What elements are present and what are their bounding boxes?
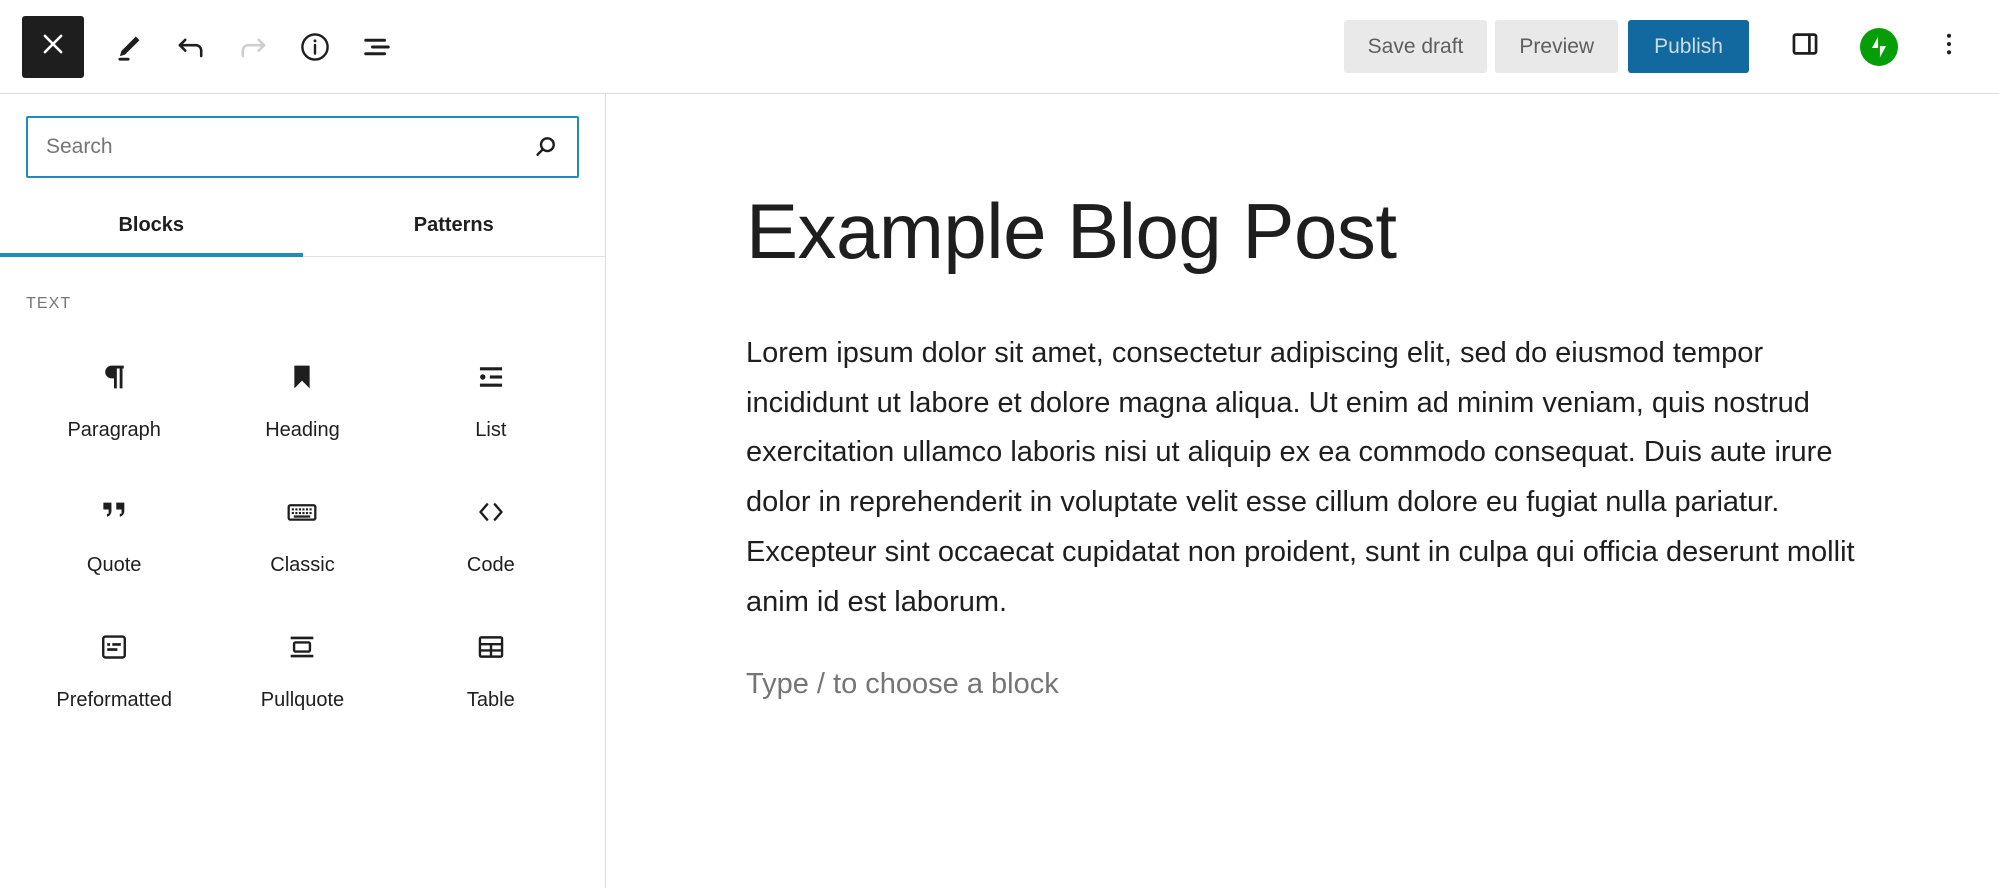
block-label: Paragraph xyxy=(67,419,161,441)
block-item-list[interactable]: List xyxy=(397,337,585,456)
list-bullet-icon xyxy=(474,355,508,399)
header-left-tools xyxy=(22,15,408,78)
close-editor-button[interactable] xyxy=(22,15,84,78)
publish-button[interactable]: Publish xyxy=(1628,20,1749,73)
block-label: List xyxy=(475,419,507,441)
block-editor-app: Save draft Preview Publish Search Blocks… xyxy=(0,0,1999,888)
search-input[interactable] xyxy=(28,118,577,176)
pullquote-lines-icon xyxy=(285,625,319,669)
block-item-heading[interactable]: Heading xyxy=(208,337,396,456)
heading-bookmark-icon xyxy=(285,355,319,399)
quote-marks-icon xyxy=(97,490,131,534)
edit-mode-button[interactable] xyxy=(98,16,160,78)
preview-button[interactable]: Preview xyxy=(1495,20,1619,73)
block-label: Classic xyxy=(270,554,335,576)
undo-button[interactable] xyxy=(160,16,222,78)
block-item-pullquote[interactable]: Pullquote xyxy=(208,607,396,726)
post-title[interactable]: Example Blog Post xyxy=(746,190,1856,273)
tab-blocks[interactable]: Blocks xyxy=(0,200,303,257)
info-icon xyxy=(297,29,333,65)
editor-body: Blocks Patterns TEXT Paragraph xyxy=(0,94,1999,888)
header-right-actions: Save draft Preview Publish xyxy=(1343,19,1977,75)
post-content-wrapper: Example Blog Post Lorem ipsum dolor sit … xyxy=(746,190,1856,701)
search-box[interactable] xyxy=(26,116,579,178)
block-item-table[interactable]: Table xyxy=(397,607,585,726)
block-item-classic[interactable]: Classic xyxy=(208,472,396,591)
more-options-button[interactable] xyxy=(1921,19,1977,75)
inserter-search-area xyxy=(0,94,605,178)
details-button[interactable] xyxy=(284,16,346,78)
more-options-icon xyxy=(1934,29,1964,64)
paragraph-pilcrow-icon xyxy=(97,355,131,399)
jetpack-icon xyxy=(1860,27,1898,66)
search-icon[interactable] xyxy=(529,130,563,164)
redo-icon xyxy=(235,29,271,65)
block-label: Code xyxy=(466,554,515,576)
editor-header: Save draft Preview Publish xyxy=(0,0,1999,94)
settings-sidebar-toggle[interactable] xyxy=(1777,19,1833,75)
block-label: Preformatted xyxy=(56,689,172,711)
redo-button[interactable] xyxy=(222,16,284,78)
list-view-icon xyxy=(359,29,395,65)
empty-block-placeholder[interactable]: Type / to choose a block xyxy=(746,668,1856,701)
list-view-button[interactable] xyxy=(346,16,408,78)
editor-canvas[interactable]: Example Blog Post Lorem ipsum dolor sit … xyxy=(606,94,1999,888)
classic-keyboard-icon xyxy=(285,490,319,534)
post-paragraph-block[interactable]: Lorem ipsum dolor sit amet, consectetur … xyxy=(746,329,1856,628)
undo-icon xyxy=(173,29,209,65)
preformatted-box-icon xyxy=(97,625,131,669)
block-type-grid: Paragraph Heading List Quote Classic Cod… xyxy=(0,313,605,726)
block-label: Pullquote xyxy=(260,689,345,711)
block-item-code[interactable]: Code xyxy=(397,472,585,591)
save-draft-button[interactable]: Save draft xyxy=(1343,20,1488,73)
block-item-quote[interactable]: Quote xyxy=(20,472,208,591)
block-label: Heading xyxy=(265,419,340,441)
jetpack-button[interactable] xyxy=(1851,19,1907,75)
edit-pencil-icon xyxy=(112,30,146,64)
sidebar-panel-icon xyxy=(1788,27,1822,66)
close-icon xyxy=(38,29,68,64)
block-inserter-panel: Blocks Patterns TEXT Paragraph xyxy=(0,94,606,888)
block-category-label: TEXT xyxy=(26,295,72,312)
code-angle-brackets-icon xyxy=(474,490,508,534)
block-item-preformatted[interactable]: Preformatted xyxy=(20,607,208,726)
block-label: Quote xyxy=(86,554,142,576)
block-item-paragraph[interactable]: Paragraph xyxy=(20,337,208,456)
block-label: Table xyxy=(466,689,515,711)
table-grid-icon xyxy=(474,625,508,669)
inserter-tabs: Blocks Patterns xyxy=(0,200,605,257)
tab-patterns[interactable]: Patterns xyxy=(303,200,606,257)
